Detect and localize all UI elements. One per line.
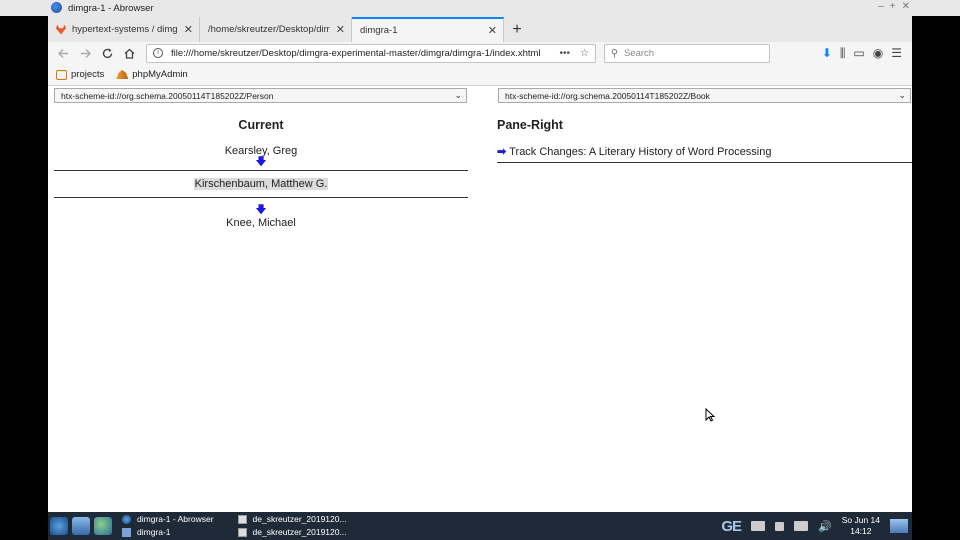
url-bar[interactable]: i file:///home/skreutzer/Desktop/dimgra-… bbox=[146, 43, 596, 63]
right-pane: Pane-Right ➡ Track Changes: A Literary H… bbox=[497, 118, 912, 163]
folder-icon bbox=[56, 69, 67, 80]
book-title[interactable]: Track Changes: A Literary History of Wor… bbox=[509, 146, 771, 158]
right-pane-heading: Pane-Right bbox=[497, 118, 563, 132]
window-titlebar: dimgra-1 - Abrowser – + ✕ bbox=[0, 0, 960, 16]
tab-label: /home/skreutzer/Desktop/dimgra bbox=[208, 24, 330, 35]
task-terminal-2[interactable]: de_skreutzer_2019120... bbox=[237, 526, 347, 539]
sidebar-icon[interactable]: ▭ bbox=[853, 46, 864, 60]
tab-label: hypertext-systems / dimgra-ex bbox=[72, 24, 178, 35]
tab-dimgra-1[interactable]: dimgra-1 ✕ bbox=[352, 17, 504, 42]
arrow-right-icon[interactable]: ➡ bbox=[497, 145, 506, 158]
bookmark-projects[interactable]: projects bbox=[56, 69, 104, 80]
menu-icon[interactable]: ☰ bbox=[891, 46, 902, 60]
taskbar: dimgra-1 - Abrowser dimgra-1 de_skreutze… bbox=[48, 512, 912, 540]
right-scheme-value: htx-scheme-id://org.schema.20050114T1852… bbox=[505, 90, 710, 101]
phpmyadmin-icon bbox=[116, 70, 129, 79]
bookmark-label: phpMyAdmin bbox=[132, 69, 188, 80]
home-button[interactable] bbox=[118, 43, 140, 63]
page-content: htx-scheme-id://org.schema.20050114T1852… bbox=[48, 86, 912, 512]
forward-button[interactable] bbox=[74, 43, 96, 63]
left-pane: Current Kearsley, Greg 🡇 Kirschenbaum, M… bbox=[54, 118, 468, 229]
left-scheme-select[interactable]: htx-scheme-id://org.schema.20050114T1852… bbox=[54, 88, 467, 103]
browser-icon bbox=[122, 515, 131, 524]
close-icon[interactable]: ✕ bbox=[184, 23, 193, 36]
task-terminal-1[interactable]: de_skreutzer_2019120... bbox=[237, 513, 347, 526]
task-label: dimgra-1 bbox=[137, 527, 171, 537]
folder-icon bbox=[122, 528, 131, 537]
url-text[interactable]: file:///home/skreutzer/Desktop/dimgra-ex… bbox=[171, 48, 560, 59]
clock-day: So Jun 14 bbox=[841, 515, 880, 525]
bookmarks-toolbar: projects phpMyAdmin bbox=[48, 64, 912, 86]
tab-label: dimgra-1 bbox=[360, 25, 398, 36]
tab-local-file[interactable]: /home/skreutzer/Desktop/dimgra ✕ bbox=[200, 17, 352, 42]
arrow-down-icon[interactable]: 🡇 bbox=[54, 157, 468, 169]
bookmark-star-icon[interactable]: ☆ bbox=[580, 48, 589, 59]
terminal-icon bbox=[237, 528, 247, 537]
download-icon[interactable]: ⬇ bbox=[822, 46, 832, 60]
current-person: Kirschenbaum, Matthew G. bbox=[193, 178, 329, 190]
network-icon[interactable] bbox=[794, 521, 809, 531]
back-button[interactable] bbox=[52, 43, 74, 63]
minimize-icon[interactable]: – bbox=[878, 1, 884, 12]
close-icon[interactable]: ✕ bbox=[488, 24, 497, 37]
new-tab-button[interactable]: + bbox=[504, 17, 530, 42]
gitlab-icon bbox=[56, 24, 66, 35]
task-label: de_skreutzer_2019120... bbox=[252, 514, 347, 524]
system-tray: GE 🔊 So Jun 14 14:12 bbox=[721, 515, 912, 537]
next-person[interactable]: Knee, Michael bbox=[54, 217, 468, 229]
chevron-down-icon: ⌄ bbox=[454, 90, 462, 100]
desktop-pager-icon[interactable] bbox=[890, 519, 908, 533]
stop-icon[interactable] bbox=[775, 521, 785, 531]
app-menu-icon[interactable] bbox=[50, 517, 68, 535]
keyboard-layout[interactable]: GE bbox=[721, 518, 742, 535]
current-person-row: Kirschenbaum, Matthew G. bbox=[54, 170, 468, 198]
tab-gitlab[interactable]: hypertext-systems / dimgra-ex ✕ bbox=[48, 17, 200, 42]
task-label: de_skreutzer_2019120... bbox=[252, 527, 347, 537]
left-scheme-value: htx-scheme-id://org.schema.20050114T1852… bbox=[61, 90, 274, 101]
task-folder[interactable]: dimgra-1 bbox=[122, 526, 214, 539]
maximize-icon[interactable]: + bbox=[890, 1, 896, 12]
desktop-background-right bbox=[912, 0, 960, 512]
show-desktop-icon[interactable] bbox=[72, 517, 90, 535]
close-window-icon[interactable]: ✕ bbox=[902, 1, 910, 12]
window-controls: – + ✕ bbox=[878, 1, 910, 12]
page-actions-icon[interactable]: ••• bbox=[560, 48, 571, 59]
search-input[interactable]: ⚲ Search bbox=[604, 43, 770, 63]
info-icon[interactable]: i bbox=[153, 48, 163, 58]
browser-icon bbox=[51, 2, 62, 13]
account-icon[interactable]: ◉ bbox=[873, 46, 883, 60]
window-title: dimgra-1 - Abrowser bbox=[68, 2, 154, 14]
arrow-down-icon[interactable]: 🡇 bbox=[54, 205, 468, 217]
task-label: dimgra-1 - Abrowser bbox=[137, 514, 214, 524]
clock-time: 14:12 bbox=[850, 526, 872, 536]
clock[interactable]: So Jun 14 14:12 bbox=[842, 515, 880, 537]
book-row[interactable]: ➡ Track Changes: A Literary History of W… bbox=[497, 145, 912, 163]
search-icon: ⚲ bbox=[611, 47, 618, 59]
task-browser[interactable]: dimgra-1 - Abrowser bbox=[122, 513, 214, 526]
browser-launcher-icon[interactable] bbox=[94, 517, 112, 535]
search-placeholder: Search bbox=[623, 47, 655, 59]
tab-bar: hypertext-systems / dimgra-ex ✕ /home/sk… bbox=[48, 16, 912, 42]
reload-button[interactable] bbox=[96, 43, 118, 63]
left-pane-heading: Current bbox=[238, 118, 284, 132]
bookmark-phpmyadmin[interactable]: phpMyAdmin bbox=[116, 69, 188, 80]
terminal-icon bbox=[237, 515, 247, 524]
desktop-background-left bbox=[0, 0, 48, 512]
library-icon[interactable]: ⫼ bbox=[840, 46, 846, 61]
navigation-toolbar: i file:///home/skreutzer/Desktop/dimgra-… bbox=[48, 42, 912, 64]
close-icon[interactable]: ✕ bbox=[336, 23, 345, 36]
volume-icon[interactable]: 🔊 bbox=[818, 520, 832, 533]
bookmark-label: projects bbox=[71, 69, 105, 80]
right-scheme-select[interactable]: htx-scheme-id://org.schema.20050114T1852… bbox=[498, 88, 911, 103]
chevron-down-icon: ⌄ bbox=[898, 90, 906, 100]
battery-icon[interactable] bbox=[751, 521, 766, 531]
